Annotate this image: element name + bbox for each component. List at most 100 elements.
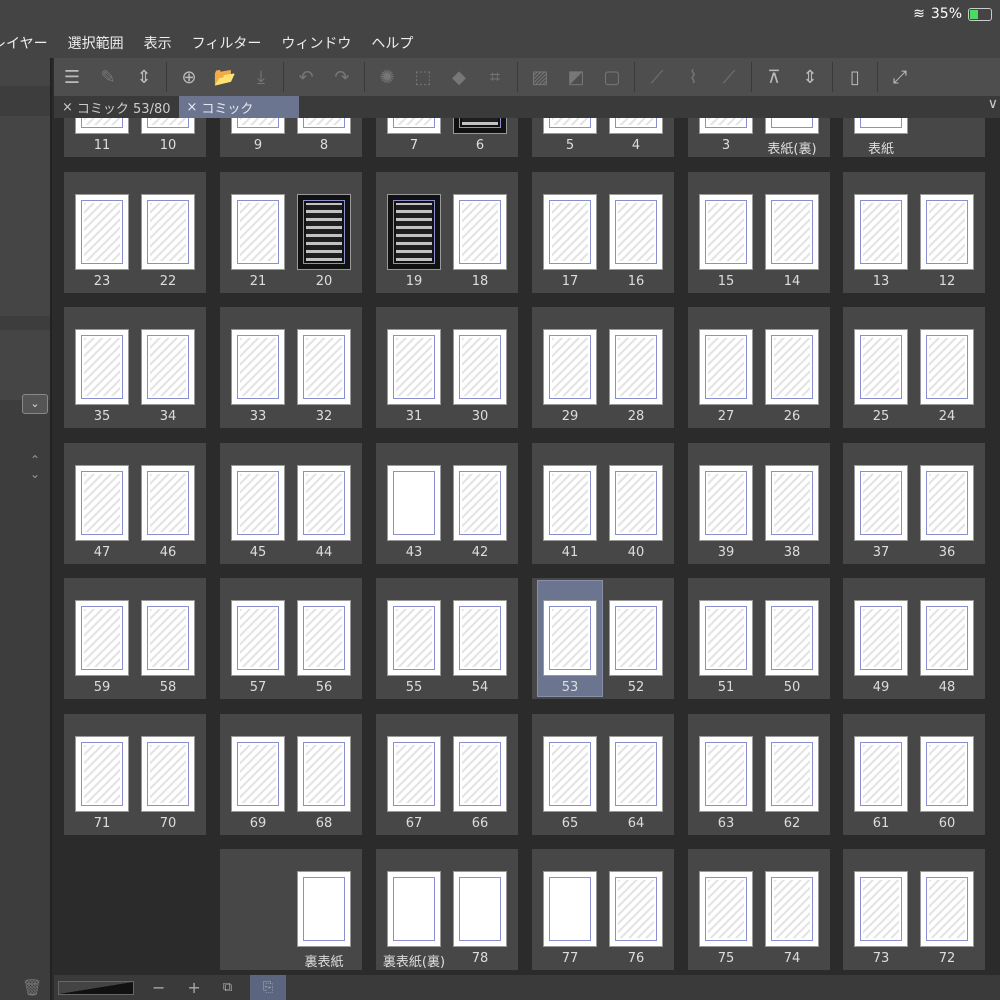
page-thumbnail[interactable] [231,464,285,541]
close-icon[interactable]: × [62,100,73,115]
page-thumbnail[interactable] [141,735,195,812]
page-thumbnail[interactable] [387,118,441,134]
menu-icon[interactable]: ☰ [54,62,90,92]
page-thumbnail[interactable] [453,118,507,134]
zoom-slider[interactable] [58,980,134,995]
page-thumbnail[interactable] [699,735,753,812]
page-thumbnail[interactable] [75,193,129,270]
page-thumbnail[interactable] [920,329,974,405]
page-spread[interactable]: 53 52 [532,578,674,699]
page-thumbnail[interactable] [297,118,351,134]
menu-item[interactable]: ヘルプ [371,33,413,53]
page-thumbnail[interactable] [920,871,974,947]
page-thumbnail[interactable] [453,735,507,812]
clear-icon[interactable]: ▨ [522,62,558,92]
page-spread[interactable]: 31 30 [376,307,518,428]
page-spread[interactable]: 43 42 [376,442,518,564]
page-thumbnail[interactable] [609,871,663,947]
page-thumbnail[interactable] [765,329,819,405]
page-thumbnail[interactable] [765,871,819,947]
page-thumbnail[interactable] [609,118,663,134]
add-page-icon[interactable]: ⊕ [171,62,207,92]
page-spread[interactable]: 21 20 [220,171,362,293]
fullscreen-icon[interactable]: ⤢ [882,62,918,92]
page-thumbnail[interactable] [297,600,351,676]
page-thumbnail[interactable] [141,600,195,676]
page-thumbnail[interactable] [231,118,285,134]
page-spread[interactable]: 73 72 [843,849,985,970]
page-thumbnail[interactable] [609,600,663,676]
eraser-icon[interactable]: ⟋ [711,62,747,92]
up-down-icon[interactable]: ⇕ [792,62,828,92]
page-thumbnail[interactable] [543,735,597,812]
page-thumbnail[interactable] [765,118,819,134]
page-thumbnail[interactable] [699,464,753,541]
page-thumbnail[interactable] [699,600,753,676]
brush-icon[interactable]: ⌇ [675,62,711,92]
page-thumbnail[interactable] [920,600,974,676]
menu-item[interactable]: レイヤー [0,33,48,53]
page-spread[interactable]: 25 24 [843,307,985,428]
page-thumbnail[interactable] [854,193,908,270]
page-thumbnail[interactable] [699,193,753,270]
page-thumbnail[interactable] [75,118,129,134]
open-folder-icon[interactable]: 📂 [207,62,243,92]
page-thumbnail[interactable] [920,464,974,541]
up-down-icon[interactable]: ⇕ [126,62,162,92]
pen-icon[interactable]: ⟋ [639,62,675,92]
page-copy-icon[interactable]: ⧉ [223,980,232,995]
page-thumbnail[interactable] [920,735,974,812]
page-thumbnail[interactable] [297,193,351,270]
page-spread[interactable]: 98 [220,118,362,157]
page-thumbnail[interactable] [297,464,351,541]
close-icon[interactable]: × [187,100,198,115]
page-spread[interactable]: 75 74 [688,849,830,970]
page-thumbnail[interactable] [543,464,597,541]
page-spread[interactable]: 29 28 [532,307,674,428]
page-thumbnail[interactable] [543,600,597,676]
page-spread[interactable]: 41 40 [532,442,674,564]
page-thumbnail[interactable] [231,329,285,405]
page-thumbnail[interactable] [453,193,507,270]
page-thumbnail[interactable] [854,735,908,812]
tab-comic[interactable]: × コミック 53/80 [54,96,179,118]
zoom-out-button[interactable]: − [152,978,165,997]
page-thumbnail[interactable] [543,118,597,134]
fill-selection-icon[interactable]: ◩ [558,62,594,92]
page-thumbnail[interactable] [387,600,441,676]
device-icon[interactable]: ▯ [837,62,873,92]
page-thumbnail[interactable] [453,600,507,676]
page-spread[interactable]: 71 70 [64,713,206,835]
page-spread[interactable]: 15 14 [688,171,830,293]
fill-icon[interactable]: ◆ [441,62,477,92]
page-spread[interactable]: 59 58 [64,578,206,699]
page-thumbnail[interactable] [543,193,597,270]
menu-item[interactable]: 表示 [144,33,172,53]
page-thumbnail[interactable] [297,735,351,812]
page-thumbnail[interactable] [141,329,195,405]
menu-item[interactable]: ウィンドウ [281,33,351,53]
page-thumbnail[interactable] [75,464,129,541]
page-spread[interactable]: 表紙 [843,118,985,157]
page-spread[interactable]: 23 22 [64,171,206,293]
export-icon[interactable]: ⤓ [243,62,279,92]
page-spread[interactable]: 57 56 [220,578,362,699]
deselect-icon[interactable]: ✺ [369,62,405,92]
page-thumbnail[interactable] [453,871,507,947]
page-thumbnail[interactable] [141,464,195,541]
page-thumbnail[interactable] [543,329,597,405]
page-spread[interactable]: 33 32 [220,307,362,428]
page-thumbnail[interactable] [387,329,441,405]
page-spread[interactable]: 11 10 [64,118,206,157]
page-thumbnail[interactable] [231,600,285,676]
page-spread[interactable]: 55 54 [376,578,518,699]
page-spread[interactable]: 63 62 [688,713,830,835]
menu-item[interactable]: フィルター [192,33,262,53]
trash-icon[interactable]: 🗑 [22,978,42,997]
stepper-icon[interactable]: ⌃ ⌄ [30,453,40,481]
page-spread[interactable]: 17 16 [532,171,674,293]
page-thumbnail[interactable] [854,600,908,676]
page-thumbnail[interactable] [231,193,285,270]
page-thumbnail[interactable] [609,329,663,405]
page-thumbnail[interactable] [453,464,507,541]
